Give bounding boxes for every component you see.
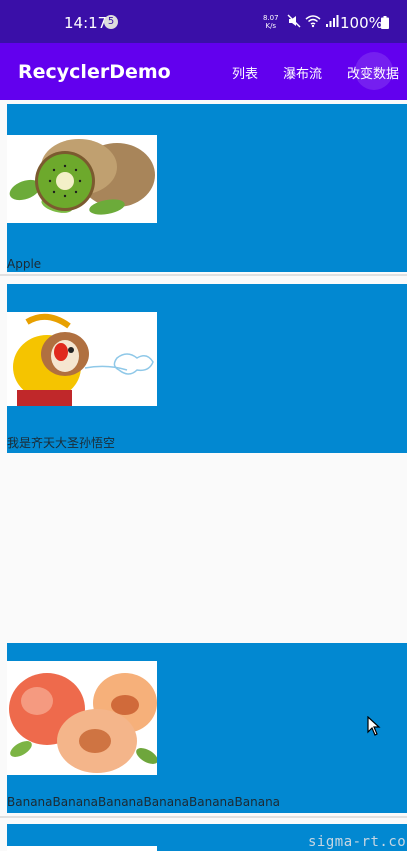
net-speed-value: 8.07 [263,14,279,22]
status-time: 14:17 [64,14,108,32]
status-icons [287,14,339,28]
net-speed-unit: K/s [265,22,277,30]
item-divider [0,816,407,818]
mouse-cursor-icon [367,715,381,740]
net-speed: 8.07 K/s [263,14,279,30]
notification-badge: 5 [104,15,118,29]
monkey-king-image [7,312,157,406]
kiwi-image [7,135,157,223]
item-label: 我是齐天大圣孙悟空 [7,436,116,450]
battery-percent: 100% [340,14,383,32]
app-bar: RecyclerDemo 列表 瀑布流 改变数据 [0,43,407,100]
item-divider [0,274,407,276]
list-item[interactable]: 我是齐天大圣孙悟空 [7,284,407,453]
list-item[interactable]: BananaBananaBananaBananaBananaBanana [7,643,407,813]
menu-list-button[interactable]: 列表 [232,63,258,82]
list-item[interactable]: Apple [7,104,407,272]
recycler-view[interactable]: Apple 我是齐天大圣孙悟空 BananaBananaBananaBanana… [0,100,407,851]
signal-icon [325,14,339,28]
item-label: BananaBananaBananaBananaBananaBanana [7,795,281,809]
partial-item-image [7,846,157,851]
menu-waterfall-button[interactable]: 瀑布流 [283,63,322,82]
watermark: sigma-rt.co [308,834,407,850]
peach-image [7,661,157,775]
app-title: RecyclerDemo [18,61,171,83]
menu-change-data-button[interactable]: 改变数据 [347,63,399,82]
item-label: Apple [7,257,42,271]
wifi-icon [305,14,321,28]
battery-icon [381,16,389,33]
status-bar: 14:17 5 8.07 K/s 100% [0,0,407,43]
mute-icon [287,14,301,28]
